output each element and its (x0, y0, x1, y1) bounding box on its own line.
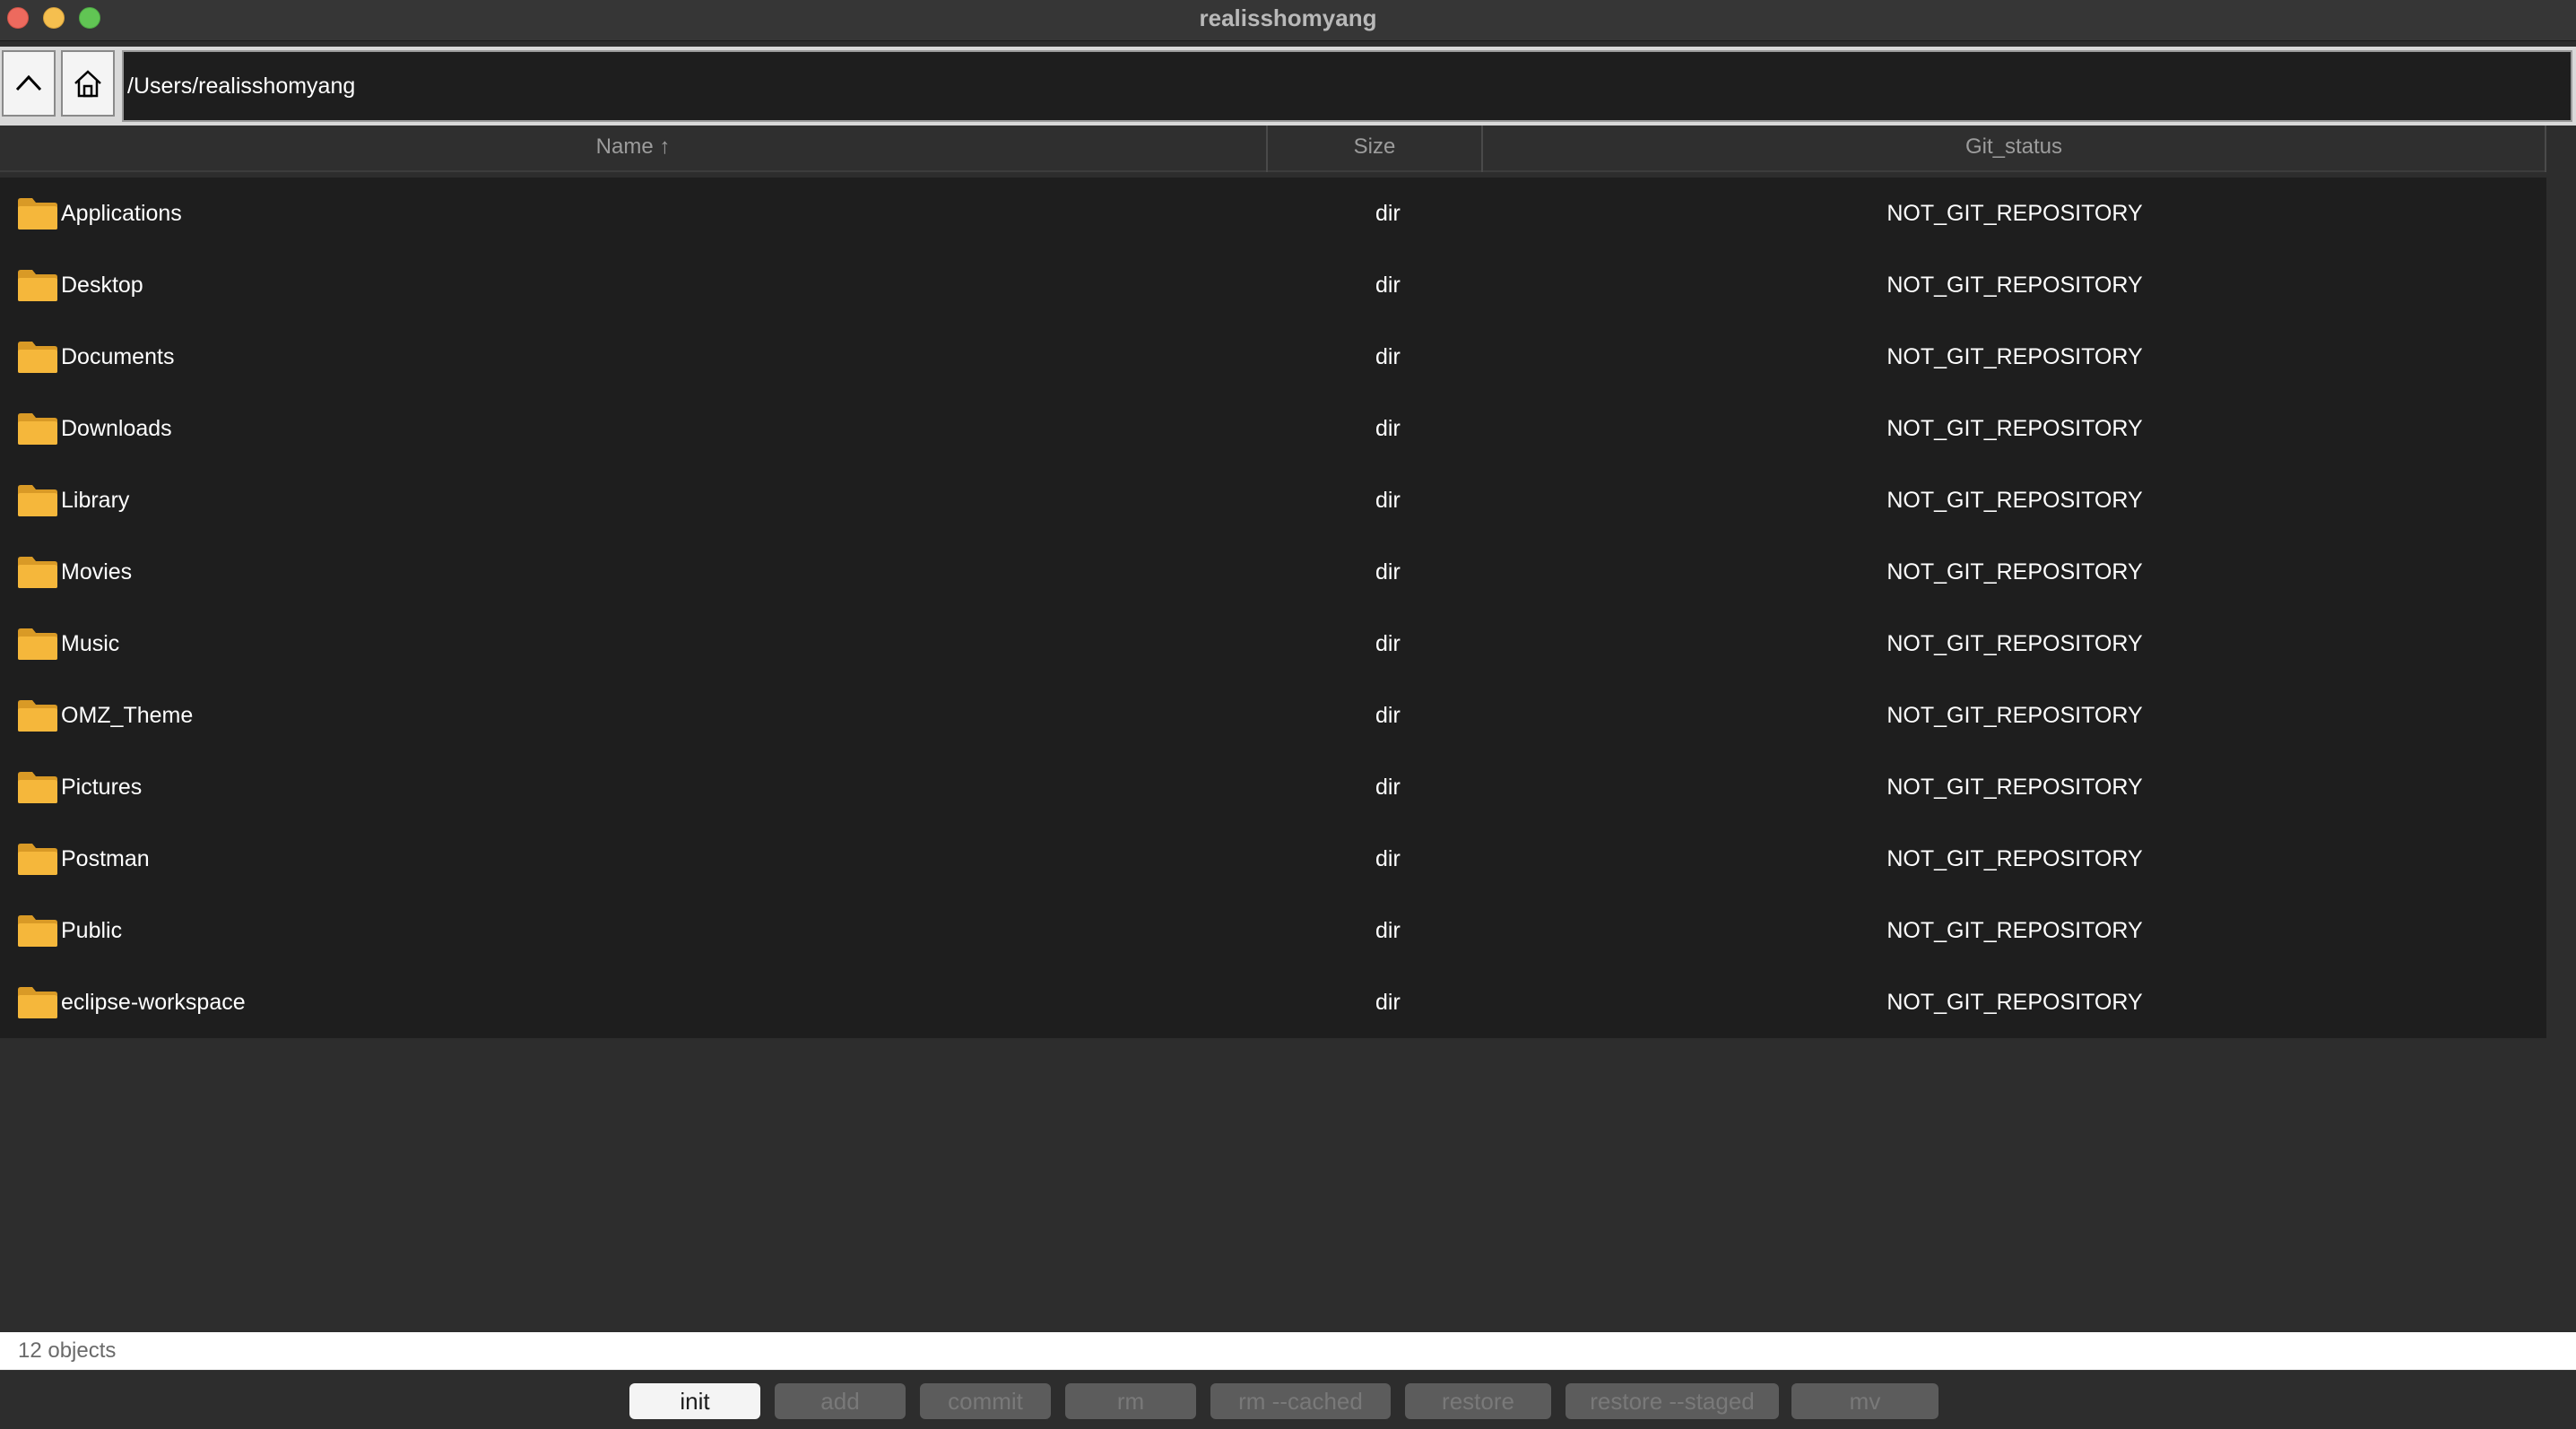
git-command-bar: init add commit rm rm --cached restore restore… (0, 1370, 2576, 1429)
go-home-button[interactable] (61, 50, 115, 117)
git-status: NOT_GIT_REPOSITORY (1886, 631, 2143, 656)
file-name: eclipse-workspace (61, 990, 246, 1015)
table-row[interactable]: Downloads dir NOT_GIT_REPOSITORY (0, 393, 2546, 464)
folder-icon (18, 198, 57, 230)
file-name: Applications (61, 201, 182, 226)
git-status: NOT_GIT_REPOSITORY (1886, 703, 2143, 728)
table-row[interactable]: Music dir NOT_GIT_REPOSITORY (0, 608, 2546, 680)
file-list-empty-area (0, 1038, 2576, 1332)
git-status: NOT_GIT_REPOSITORY (1886, 416, 2143, 441)
table-row[interactable]: Pictures dir NOT_GIT_REPOSITORY (0, 751, 2546, 823)
table-row[interactable]: OMZ_Theme dir NOT_GIT_REPOSITORY (0, 680, 2546, 751)
git-status: NOT_GIT_REPOSITORY (1886, 559, 2143, 585)
path-toolbar (0, 47, 2576, 126)
git-status: NOT_GIT_REPOSITORY (1886, 918, 2143, 943)
git-mv-button[interactable]: mv (1791, 1383, 1939, 1419)
file-name: Downloads (61, 416, 172, 441)
file-name: Public (61, 918, 123, 943)
git-restore-button[interactable]: restore (1405, 1383, 1551, 1419)
git-commit-button[interactable]: commit (920, 1383, 1051, 1419)
file-name: Pictures (61, 775, 143, 800)
git-status: NOT_GIT_REPOSITORY (1886, 846, 2143, 871)
table-row[interactable]: Public dir NOT_GIT_REPOSITORY (0, 895, 2546, 966)
table-row[interactable]: Library dir NOT_GIT_REPOSITORY (0, 464, 2546, 536)
home-icon (74, 70, 101, 98)
table-row[interactable]: Desktop dir NOT_GIT_REPOSITORY (0, 249, 2546, 321)
folder-icon (18, 844, 57, 875)
folder-icon (18, 700, 57, 732)
git-status: NOT_GIT_REPOSITORY (1886, 201, 2143, 226)
file-name: Movies (61, 559, 133, 585)
table-row[interactable]: Documents dir NOT_GIT_REPOSITORY (0, 321, 2546, 393)
git-status: NOT_GIT_REPOSITORY (1886, 775, 2143, 800)
column-header-git-status[interactable]: Git_status (1483, 126, 2546, 172)
git-status: NOT_GIT_REPOSITORY (1886, 344, 2143, 369)
git-rm-cached-button[interactable]: rm --cached (1210, 1383, 1391, 1419)
folder-icon (18, 772, 57, 803)
file-name: Music (61, 631, 120, 656)
column-header-name[interactable]: Name ↑ (0, 126, 1268, 172)
go-up-button[interactable] (2, 50, 56, 117)
folder-icon (18, 270, 57, 301)
table-row[interactable]: Movies dir NOT_GIT_REPOSITORY (0, 536, 2546, 608)
path-input[interactable] (122, 50, 2572, 122)
folder-icon (18, 557, 57, 588)
folder-icon (18, 987, 57, 1018)
app-window: realisshomyang Name ↑ Size Git_status Ap… (0, 0, 2576, 1429)
title-bar: realisshomyang (0, 0, 2576, 41)
folder-icon (18, 628, 57, 660)
folder-icon (18, 342, 57, 373)
table-row[interactable]: Applications dir NOT_GIT_REPOSITORY (0, 178, 2546, 249)
file-name: Library (61, 488, 130, 513)
file-name: OMZ_Theme (61, 703, 194, 728)
git-status: NOT_GIT_REPOSITORY (1886, 273, 2143, 298)
git-init-button[interactable]: init (629, 1383, 760, 1419)
file-name: Postman (61, 846, 150, 871)
window-title: realisshomyang (1199, 4, 1377, 31)
file-name: Desktop (61, 273, 143, 298)
git-restore-staged-button[interactable]: restore --staged (1566, 1383, 1779, 1419)
git-status: NOT_GIT_REPOSITORY (1886, 488, 2143, 513)
folder-icon (18, 915, 57, 947)
table-row[interactable]: eclipse-workspace dir NOT_GIT_REPOSITORY (0, 966, 2546, 1038)
file-name: Documents (61, 344, 175, 369)
git-status: NOT_GIT_REPOSITORY (1886, 990, 2143, 1015)
folder-icon (18, 485, 57, 516)
table-header: Name ↑ Size Git_status (0, 126, 2546, 172)
status-bar: 12 objects (0, 1332, 2576, 1370)
chevron-up-icon (15, 74, 42, 91)
git-rm-button[interactable]: rm (1065, 1383, 1196, 1419)
table-row[interactable]: Postman dir NOT_GIT_REPOSITORY (0, 823, 2546, 895)
column-header-size[interactable]: Size (1268, 126, 1483, 172)
folder-icon (18, 413, 57, 445)
file-list: Applications dir NOT_GIT_REPOSITORY Desktop… (0, 178, 2546, 1038)
git-add-button[interactable]: add (775, 1383, 906, 1419)
